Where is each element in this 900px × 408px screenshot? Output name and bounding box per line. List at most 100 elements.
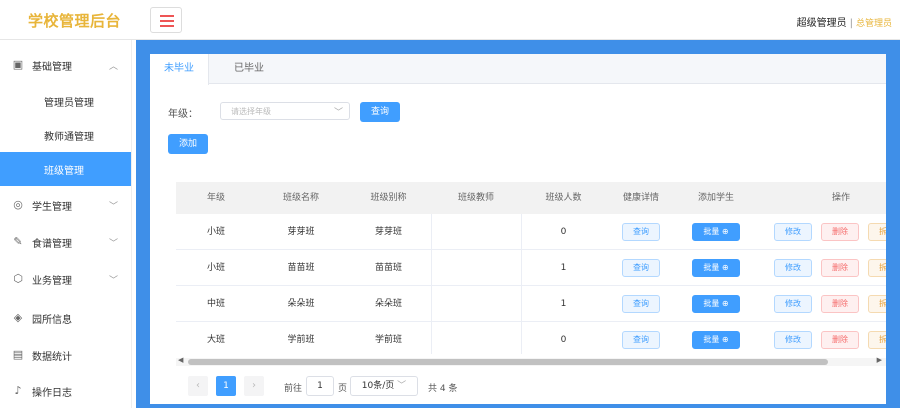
- sidebar-item-label: 班级管理: [44, 165, 84, 177]
- cell-teacher: [431, 286, 521, 322]
- cell-teacher: [431, 250, 521, 286]
- sidebar-item-label: 操作日志: [32, 387, 72, 399]
- delete-button[interactable]: 删除: [821, 223, 859, 241]
- health-query-button[interactable]: 查询: [622, 259, 660, 277]
- table-row: 中班 朵朵班 朵朵班 1 查询 批量 ⊕ 修改 删除 拆班: [176, 286, 886, 322]
- cell-class-name: 芽芽班: [287, 227, 315, 237]
- top-header: 学校管理后台 超级管理员 | 总管理员: [0, 0, 900, 40]
- plus-circle-icon: ⊕: [721, 263, 729, 272]
- goto-page-input[interactable]: 1: [306, 376, 334, 396]
- class-table: 年级 班级名称 班级别称 班级教师 班级人数 健康详情 添加学生 操作 小班 芽…: [176, 182, 886, 354]
- batch-add-button[interactable]: 批量 ⊕: [692, 259, 740, 277]
- delete-button[interactable]: 删除: [821, 259, 859, 277]
- batch-add-button[interactable]: 批量 ⊕: [692, 295, 740, 313]
- sidebar-item-label: 教师通管理: [44, 131, 94, 143]
- batch-add-button[interactable]: 批量 ⊕: [692, 331, 740, 349]
- sidebar-item-teachers[interactable]: 教师通管理: [0, 118, 132, 152]
- next-page-button[interactable]: ›: [244, 376, 264, 396]
- tab-graduated[interactable]: 已毕业: [220, 54, 278, 84]
- cell-count: 0: [560, 335, 567, 345]
- edit-button[interactable]: 修改: [774, 259, 812, 277]
- chevron-down-icon: ﹀: [108, 201, 118, 212]
- cell-class-alias: 学前班: [374, 335, 402, 345]
- th-class-teacher: 班级教师: [457, 193, 494, 203]
- sidebar-item-statistics[interactable]: ▤ 数据统计: [0, 338, 132, 372]
- sidebar-item-students[interactable]: ◎ 学生管理 ﹀: [0, 188, 132, 222]
- page-size-select[interactable]: 10条/页 ﹀: [350, 376, 418, 396]
- cell-grade: 小班: [206, 263, 225, 273]
- edit-button[interactable]: 修改: [774, 331, 812, 349]
- total-count: 共 4 条: [428, 384, 458, 394]
- user-role: 超级管理员: [796, 18, 847, 29]
- app-logo[interactable]: 学校管理后台: [28, 10, 121, 31]
- grade-select[interactable]: 请选择年级 ﹀: [220, 102, 350, 120]
- grade-select-placeholder: 请选择年级: [231, 107, 271, 116]
- batch-add-button[interactable]: 批量 ⊕: [692, 223, 740, 241]
- split-class-button[interactable]: 拆班: [868, 295, 886, 313]
- cell-class-alias: 苗苗班: [374, 263, 402, 273]
- plus-circle-icon: ⊕: [721, 227, 729, 236]
- table-row: 小班 苗苗班 苗苗班 1 查询 批量 ⊕ 修改 删除 拆班: [176, 250, 886, 286]
- table-row: 大班 学前班 学前班 0 查询 批量 ⊕ 修改 删除 拆班: [176, 322, 886, 354]
- th-class-name: 班级名称: [282, 193, 319, 203]
- sidebar-item-label: 食谱管理: [32, 238, 72, 250]
- sidebar-item-label: 学生管理: [32, 201, 72, 213]
- scrollbar-thumb[interactable]: [188, 359, 828, 365]
- goto-label: 前往: [284, 384, 303, 394]
- compass-icon: ◎: [13, 198, 23, 211]
- content-card: 未毕业 已毕业 年级： 请选择年级 ﹀ 查询 添加 年级 班级名称 班级别称 班…: [150, 54, 886, 404]
- cell-class-name: 朵朵班: [287, 299, 315, 309]
- add-button[interactable]: 添加: [168, 134, 208, 154]
- split-class-button[interactable]: 拆班: [868, 331, 886, 349]
- delete-button[interactable]: 删除: [821, 295, 859, 313]
- sidebar-item-school-info[interactable]: ◈ 园所信息: [0, 301, 132, 335]
- user-name[interactable]: 总管理员: [856, 19, 892, 29]
- split-class-button[interactable]: 拆班: [868, 259, 886, 277]
- hamburger-icon: [160, 15, 174, 17]
- health-query-button[interactable]: 查询: [622, 331, 660, 349]
- tab-bar: 未毕业 已毕业: [150, 54, 886, 85]
- table-horizontal-scrollbar[interactable]: ◀ ▶: [176, 356, 886, 366]
- health-query-button[interactable]: 查询: [622, 295, 660, 313]
- delete-button[interactable]: 删除: [821, 331, 859, 349]
- scroll-right-icon[interactable]: ▶: [877, 356, 882, 364]
- sidebar-item-basic[interactable]: ▣ 基础管理 ︿: [0, 48, 132, 82]
- table-row: 小班 芽芽班 芽芽班 0 查询 批量 ⊕ 修改 删除 拆班: [176, 214, 886, 250]
- prev-page-button[interactable]: ‹: [188, 376, 208, 396]
- sidebar-item-label: 管理员管理: [44, 97, 94, 109]
- grade-filter-label: 年级：: [168, 109, 198, 120]
- page-number-button[interactable]: 1: [216, 376, 236, 396]
- health-query-button[interactable]: 查询: [622, 223, 660, 241]
- edit-button[interactable]: 修改: [774, 223, 812, 241]
- scroll-left-icon[interactable]: ◀: [178, 356, 183, 364]
- sidebar-item-recipes[interactable]: ✎ 食谱管理 ﹀: [0, 225, 132, 259]
- menu-toggle-button[interactable]: [150, 7, 182, 33]
- chevron-down-icon: ﹀: [108, 238, 118, 249]
- cell-teacher: [431, 322, 521, 354]
- chart-icon: ▤: [12, 348, 24, 361]
- sidebar-item-classes[interactable]: 班级管理: [0, 152, 131, 186]
- main-area: 未毕业 已毕业 年级： 请选择年级 ﹀ 查询 添加 年级 班级名称 班级别称 班…: [136, 40, 900, 408]
- sidebar-item-admins[interactable]: 管理员管理: [0, 84, 132, 118]
- sidebar-item-logs[interactable]: ♪ 操作日志: [0, 374, 132, 408]
- sidebar-item-business[interactable]: ⬡ 业务管理 ﹀: [0, 262, 132, 296]
- chevron-down-icon: ﹀: [333, 108, 343, 118]
- query-button[interactable]: 查询: [360, 102, 400, 122]
- th-add-student: 添加学生: [697, 193, 734, 203]
- cube-icon: ⬡: [13, 272, 23, 285]
- chevron-down-icon: ﹀: [397, 381, 407, 391]
- cell-class-alias: 朵朵班: [374, 299, 402, 309]
- split-class-button[interactable]: 拆班: [868, 223, 886, 241]
- page-unit-label: 页: [338, 384, 348, 394]
- user-area[interactable]: 超级管理员 | 总管理员: [797, 14, 892, 29]
- table-header: 年级 班级名称 班级别称 班级教师 班级人数 健康详情 添加学生 操作: [176, 182, 886, 214]
- sidebar: ▣ 基础管理 ︿ 管理员管理 教师通管理 班级管理 ◎ 学生管理 ﹀ ✎ 食谱管…: [0, 40, 132, 408]
- bell-icon: ♪: [14, 384, 22, 397]
- sidebar-item-label: 园所信息: [32, 314, 72, 326]
- cell-grade: 小班: [206, 227, 225, 237]
- edit-button[interactable]: 修改: [774, 295, 812, 313]
- cell-class-alias: 芽芽班: [374, 227, 402, 237]
- cell-class-name: 苗苗班: [287, 263, 315, 273]
- cell-count: 1: [560, 263, 567, 273]
- tab-not-graduated[interactable]: 未毕业: [150, 54, 209, 85]
